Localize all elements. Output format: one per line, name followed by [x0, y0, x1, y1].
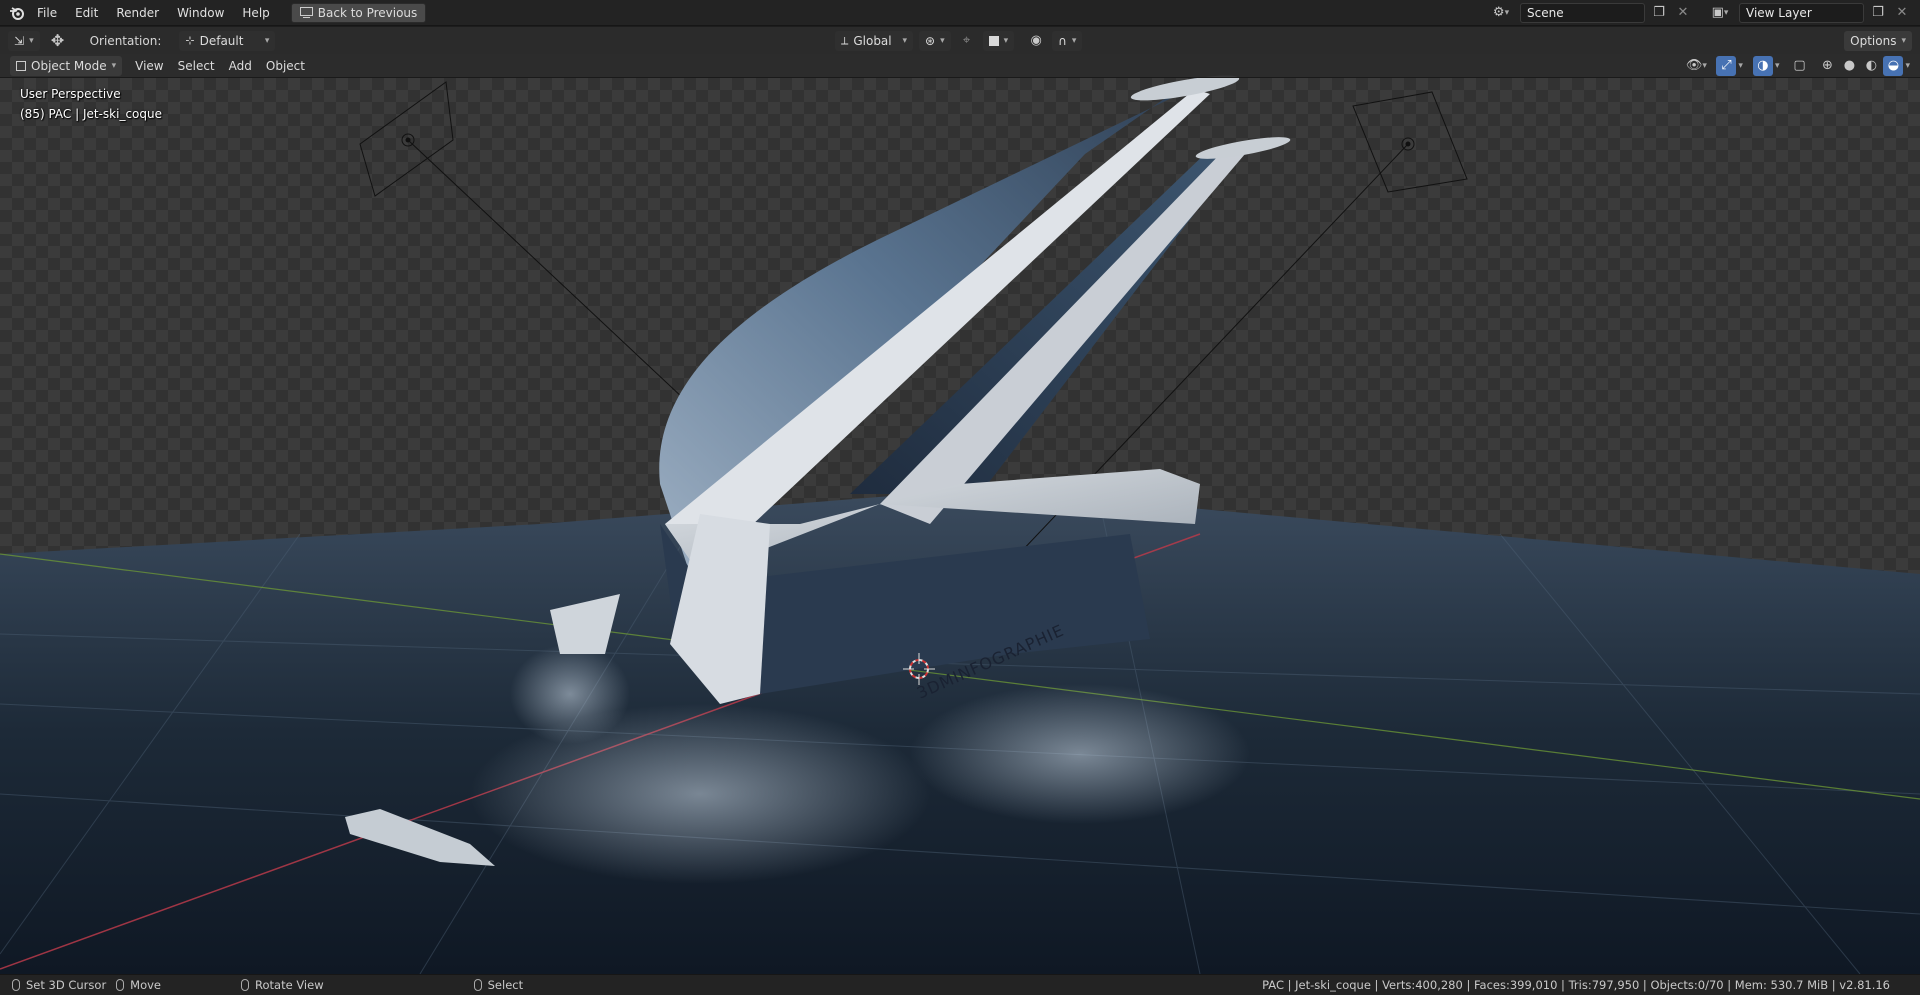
falloff-curve-icon: ∩	[1058, 33, 1067, 48]
status-set-3d-cursor: Set 3D Cursor	[12, 978, 106, 992]
view-layer-icon[interactable]: ▣ ▾	[1705, 3, 1735, 23]
new-view-layer-icon[interactable]: ❐	[1868, 3, 1888, 23]
object-mode-dropdown[interactable]: Object Mode ▾	[10, 55, 123, 76]
object-mode-label: Object Mode	[31, 58, 107, 73]
mast-tip-rear	[1195, 137, 1291, 159]
status-select: Select	[473, 978, 524, 992]
status-bar: Set 3D Cursor Move Rotate View Select PA…	[0, 974, 1920, 995]
shading-material-icon[interactable]: ◐	[1861, 56, 1881, 76]
back-to-previous-button[interactable]: Back to Previous	[290, 2, 427, 23]
view-layer-name-field[interactable]: View Layer	[1739, 2, 1864, 23]
transform-controls: ⟂ Global ▾ ⊛ ▾ ⌖ ▾ ◉ ∩ ▾	[835, 30, 1083, 51]
visibility-eye-icon[interactable]: 👁 ▾	[1686, 56, 1707, 76]
right-mouse-icon	[473, 979, 482, 991]
orientation-label: Orientation:	[89, 33, 162, 48]
move-gizmo-icon[interactable]: ✥	[48, 31, 68, 51]
viewport-scene: 3DMINFOGRAPHIE	[0, 74, 1920, 974]
middle-mouse-icon	[116, 979, 125, 991]
snap-square-icon	[988, 35, 999, 46]
top-menu-bar: File Edit Render Window Help Back to Pre…	[0, 0, 1920, 26]
workspace-selectors: ⚙ ▾ Scene ❐ ✕ ▣ ▾ View Layer ❐ ✕	[1486, 2, 1912, 23]
delete-view-layer-icon[interactable]: ✕	[1892, 3, 1912, 23]
object-mode-icon	[16, 60, 26, 71]
gizmo-dropdown-icon[interactable]: ▾	[1738, 61, 1743, 71]
scene-statistics: PAC | Jet-ski_coque | Verts:400,280 | Fa…	[1262, 978, 1890, 992]
header-menu-select[interactable]: Select	[171, 54, 222, 78]
active-object-label: (85) PAC | Jet-ski_coque	[20, 107, 163, 121]
transform-orientation-value: Global	[853, 33, 892, 48]
status-move: Move	[116, 978, 161, 992]
tool-settings-bar: ⇲ ▾ ✥ Orientation: ⊹ Default ▾ ⟂ Global ▾…	[0, 27, 1920, 54]
screen-icon	[299, 7, 313, 18]
status-select-label: Select	[487, 978, 524, 992]
options-dropdown[interactable]: Options ▾	[1844, 30, 1912, 51]
gizmo-toggle-icon[interactable]: ⤢	[1716, 55, 1737, 76]
global-axis-icon: ⟂	[841, 33, 849, 47]
shading-dropdown-icon[interactable]: ▾	[1905, 61, 1910, 71]
header-menu-add[interactable]: Add	[222, 54, 259, 78]
status-set-3d-cursor-label: Set 3D Cursor	[26, 978, 107, 992]
overlays-toggle-icon[interactable]: ◑	[1752, 55, 1773, 76]
menu-render[interactable]: Render	[107, 0, 168, 26]
options-label: Options	[1850, 33, 1897, 48]
falloff-dropdown[interactable]: ∩ ▾	[1052, 30, 1083, 51]
menu-edit[interactable]: Edit	[66, 0, 107, 26]
header-menu-view[interactable]: View	[128, 54, 170, 78]
menu-help[interactable]: Help	[233, 0, 278, 26]
status-move-label: Move	[130, 978, 162, 992]
scene-name-field[interactable]: Scene	[1520, 2, 1645, 23]
orientation-dropdown[interactable]: ⊹ Default ▾	[179, 30, 276, 51]
menu-file[interactable]: File	[28, 0, 66, 26]
new-scene-icon[interactable]: ❐	[1649, 3, 1669, 23]
status-rotate-view-label: Rotate View	[255, 978, 324, 992]
spray-mist-right	[910, 684, 1250, 824]
perspective-label: User Perspective	[20, 87, 121, 101]
spray-mist-left	[510, 644, 630, 744]
back-to-previous-label: Back to Previous	[317, 5, 418, 20]
area-light-left	[359, 81, 701, 415]
overlays-dropdown-icon[interactable]: ▾	[1775, 61, 1780, 71]
shading-rendered-icon[interactable]: ◒	[1883, 55, 1904, 76]
left-mouse-icon	[12, 979, 20, 991]
delete-scene-icon[interactable]: ✕	[1673, 3, 1693, 23]
transform-tool-icon: ⇲	[14, 33, 25, 48]
transform-orientation-dropdown[interactable]: ⟂ Global ▾	[835, 30, 913, 51]
pivot-icon: ⊛	[925, 33, 936, 48]
shading-wireframe-icon[interactable]: ⊕	[1817, 56, 1837, 76]
viewport-display-controls: 👁 ▾ ⤢ ▾ ◑ ▾ ▢ ⊕ ● ◐ ◒ ▾	[1686, 55, 1910, 76]
snap-target-dropdown[interactable]: ▾	[982, 30, 1015, 51]
shading-solid-icon[interactable]: ●	[1839, 56, 1859, 76]
snap-toggle-icon[interactable]: ⌖	[957, 31, 977, 51]
proportional-editing-icon[interactable]: ◉	[1026, 31, 1046, 51]
middle-mouse-drag-icon	[241, 979, 250, 991]
orientation-axis-icon: ⊹	[185, 34, 195, 47]
3d-viewport[interactable]: 3DMINFOGRAPHIE User Perspective (85) PAC…	[0, 54, 1920, 974]
menu-window[interactable]: Window	[168, 0, 233, 26]
orientation-value: Default	[199, 33, 244, 48]
scene-icon[interactable]: ⚙ ▾	[1486, 3, 1516, 23]
pivot-point-dropdown[interactable]: ⊛ ▾	[919, 30, 951, 51]
status-rotate-view: Rotate View	[241, 978, 324, 992]
header-menu-object[interactable]: Object	[259, 54, 312, 78]
xray-toggle-icon[interactable]: ▢	[1789, 56, 1809, 76]
viewport-header: Object Mode ▾ View Select Add Object 👁 ▾ …	[0, 54, 1920, 78]
editor-type-dropdown[interactable]: ⇲ ▾	[8, 30, 40, 51]
blender-logo-icon[interactable]	[6, 3, 28, 23]
